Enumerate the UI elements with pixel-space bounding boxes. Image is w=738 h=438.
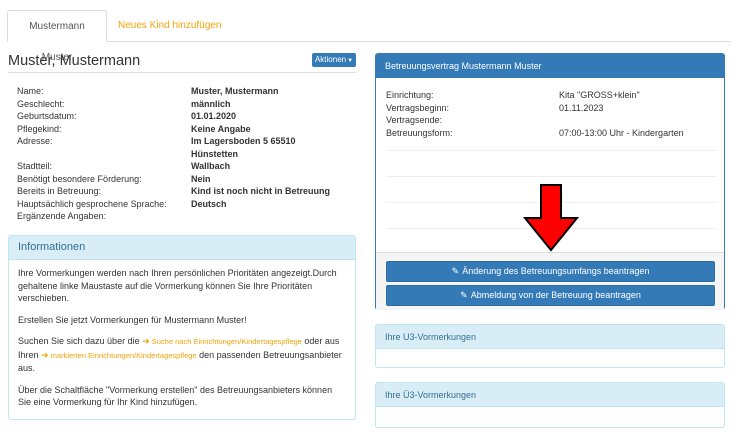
contract-value: 07:00-13:00 Uhr - Kindergarten	[559, 127, 684, 138]
contract-label: Einrichtung:	[386, 90, 434, 100]
detail-row-in-care: Bereits in Betreuung: Kind ist noch nicht…	[17, 185, 357, 197]
pencil-icon: ✎	[460, 290, 468, 300]
detail-value: Muster, Mustermann	[191, 86, 279, 96]
contract-divider	[386, 150, 716, 151]
info-panel-body: Ihre Vormerkungen werden nach Ihren pers…	[9, 260, 355, 409]
request-change-label: Änderung des Betreuungsumfangs beantrage…	[462, 266, 650, 276]
tab-bar: Mustermann Muster Neues Kind hinzufügen	[7, 10, 731, 63]
detail-row-birthdate: Geburtsdatum: 01.01.2020	[17, 110, 357, 122]
contract-divider	[386, 176, 716, 177]
u3-reservations-title: Ihre U3-Vormerkungen	[376, 325, 724, 349]
detail-label: Stadtteil:	[17, 161, 53, 171]
contract-label: Betreuungsform:	[386, 127, 453, 138]
contract-label: Vertragsbeginn:	[386, 102, 450, 113]
request-deregistration-button[interactable]: ✎ Abmeldung von der Betreuung beantragen	[386, 285, 715, 306]
detail-label: Bereits in Betreuung:	[17, 186, 102, 196]
detail-value: Deutsch	[191, 198, 227, 209]
detail-value: Wallbach	[191, 161, 231, 171]
detail-row-city: Hünstetten	[17, 148, 357, 160]
contract-value: Kita "GROSS+klein"	[559, 90, 640, 100]
detail-value: Nein	[191, 173, 211, 184]
detail-value: Kind ist noch nicht in Betreuung	[191, 186, 330, 196]
contract-panel-title: Betreuungsvertrag Mustermann Muster	[376, 54, 724, 78]
detail-row-additional: Ergänzende Angaben:	[17, 210, 357, 222]
marked-facilities-link-label: markierten Einrichtungen/Kindertagespfle…	[50, 350, 197, 360]
contract-row-facility: Einrichtung: Kita "GROSS+klein"	[386, 89, 716, 101]
detail-row-name: Name: Muster, Mustermann	[17, 85, 357, 97]
detail-row-support: Benötigt besondere Förderung: Nein	[17, 173, 357, 185]
tab-mustermann-muster[interactable]: Mustermann Muster	[7, 10, 107, 63]
contract-panel-footer: ✎ Änderung des Betreuungsumfangs beantrag…	[376, 252, 724, 310]
detail-label: Name:	[17, 86, 44, 96]
contract-row-end: Vertragsende:	[386, 114, 716, 126]
ue3-reservations-title: Ihre Ü3-Vormerkungen	[376, 383, 724, 407]
info-text-button-hint: Über die Schaltfläche "Vormerkung erstel…	[18, 384, 333, 408]
info-text-create: Erstellen Sie jetzt Vormerkungen für Mus…	[18, 314, 247, 325]
contract-panel: Betreuungsvertrag Mustermann Muster Einr…	[375, 53, 725, 310]
contract-label: Vertragsende:	[386, 115, 443, 125]
red-arrow-down-icon	[523, 184, 579, 252]
page-title: Muster, Mustermann	[8, 53, 141, 69]
actions-label: Aktionen	[314, 55, 347, 64]
detail-value: Im Lagersboden 5 65510	[191, 136, 296, 146]
detail-label: Benötigt besondere Förderung:	[17, 173, 142, 184]
info-text-priorities: Ihre Vormerkungen werden nach Ihren pers…	[18, 268, 337, 303]
detail-label: Pflegekind:	[17, 123, 62, 134]
info-text-search: Suchen Sie sich dazu über die ➜ Suche na…	[18, 335, 345, 375]
detail-row-gender: Geschlecht: männlich	[17, 98, 357, 110]
contract-row-type: Betreuungsform: 07:00-13:00 Uhr - Kinderg…	[386, 127, 716, 139]
detail-value: männlich	[191, 98, 231, 109]
actions-dropdown-button[interactable]: Aktionen▼	[312, 53, 356, 67]
contract-value: 01.11.2023	[559, 102, 604, 113]
detail-label: Ergänzende Angaben:	[17, 211, 107, 221]
detail-row-language: Hauptsächlich gesprochene Sprache: Deutsc…	[17, 198, 357, 210]
detail-row-district: Stadtteil: Wallbach	[17, 160, 357, 172]
arrow-right-icon: ➜	[41, 349, 49, 360]
info-panel: Informationen Ihre Vormerkungen werden n…	[8, 235, 356, 420]
u3-reservations-panel: Ihre U3-Vormerkungen	[375, 324, 725, 368]
search-facilities-link-label: Suche nach Einrichtungen/Kindertagespfle…	[151, 337, 302, 346]
arrow-right-icon: ➜	[142, 336, 150, 346]
detail-label: Adresse:	[17, 136, 53, 146]
detail-row-address: Adresse: Im Lagersboden 5 65510	[17, 135, 357, 147]
marked-facilities-link[interactable]: ➜ markierten Einrichtungen/Kindertagespf…	[41, 349, 197, 360]
detail-label: Geschlecht:	[17, 98, 65, 109]
tab-add-child[interactable]: Neues Kind hinzufügen	[108, 10, 231, 42]
pencil-icon: ✎	[451, 266, 460, 276]
search-facilities-link[interactable]: ➜ Suche nach Einrichtungen/Kindertagespf…	[142, 336, 302, 346]
request-deregistration-label: Abmeldung von der Betreuung beantragen	[470, 290, 641, 300]
detail-value: Hünstetten	[191, 148, 238, 159]
detail-value: Keine Angabe	[191, 123, 251, 134]
title-divider	[8, 72, 356, 73]
detail-value: 01.01.2020	[191, 111, 237, 121]
detail-row-foster: Pflegekind: Keine Angabe	[17, 123, 357, 135]
detail-label: Hauptsächlich gesprochene Sprache:	[17, 198, 167, 209]
info-text-search-pre: Suchen Sie sich dazu über die	[18, 336, 140, 346]
caret-down-icon: ▼	[347, 58, 354, 64]
ue3-reservations-panel: Ihre Ü3-Vormerkungen	[375, 382, 725, 428]
contract-row-start: Vertragsbeginn: 01.11.2023	[386, 102, 716, 114]
detail-label: Geburtsdatum:	[17, 111, 77, 121]
request-change-button[interactable]: ✎ Änderung des Betreuungsumfangs beantrag…	[386, 261, 715, 282]
info-panel-title: Informationen	[9, 236, 355, 260]
